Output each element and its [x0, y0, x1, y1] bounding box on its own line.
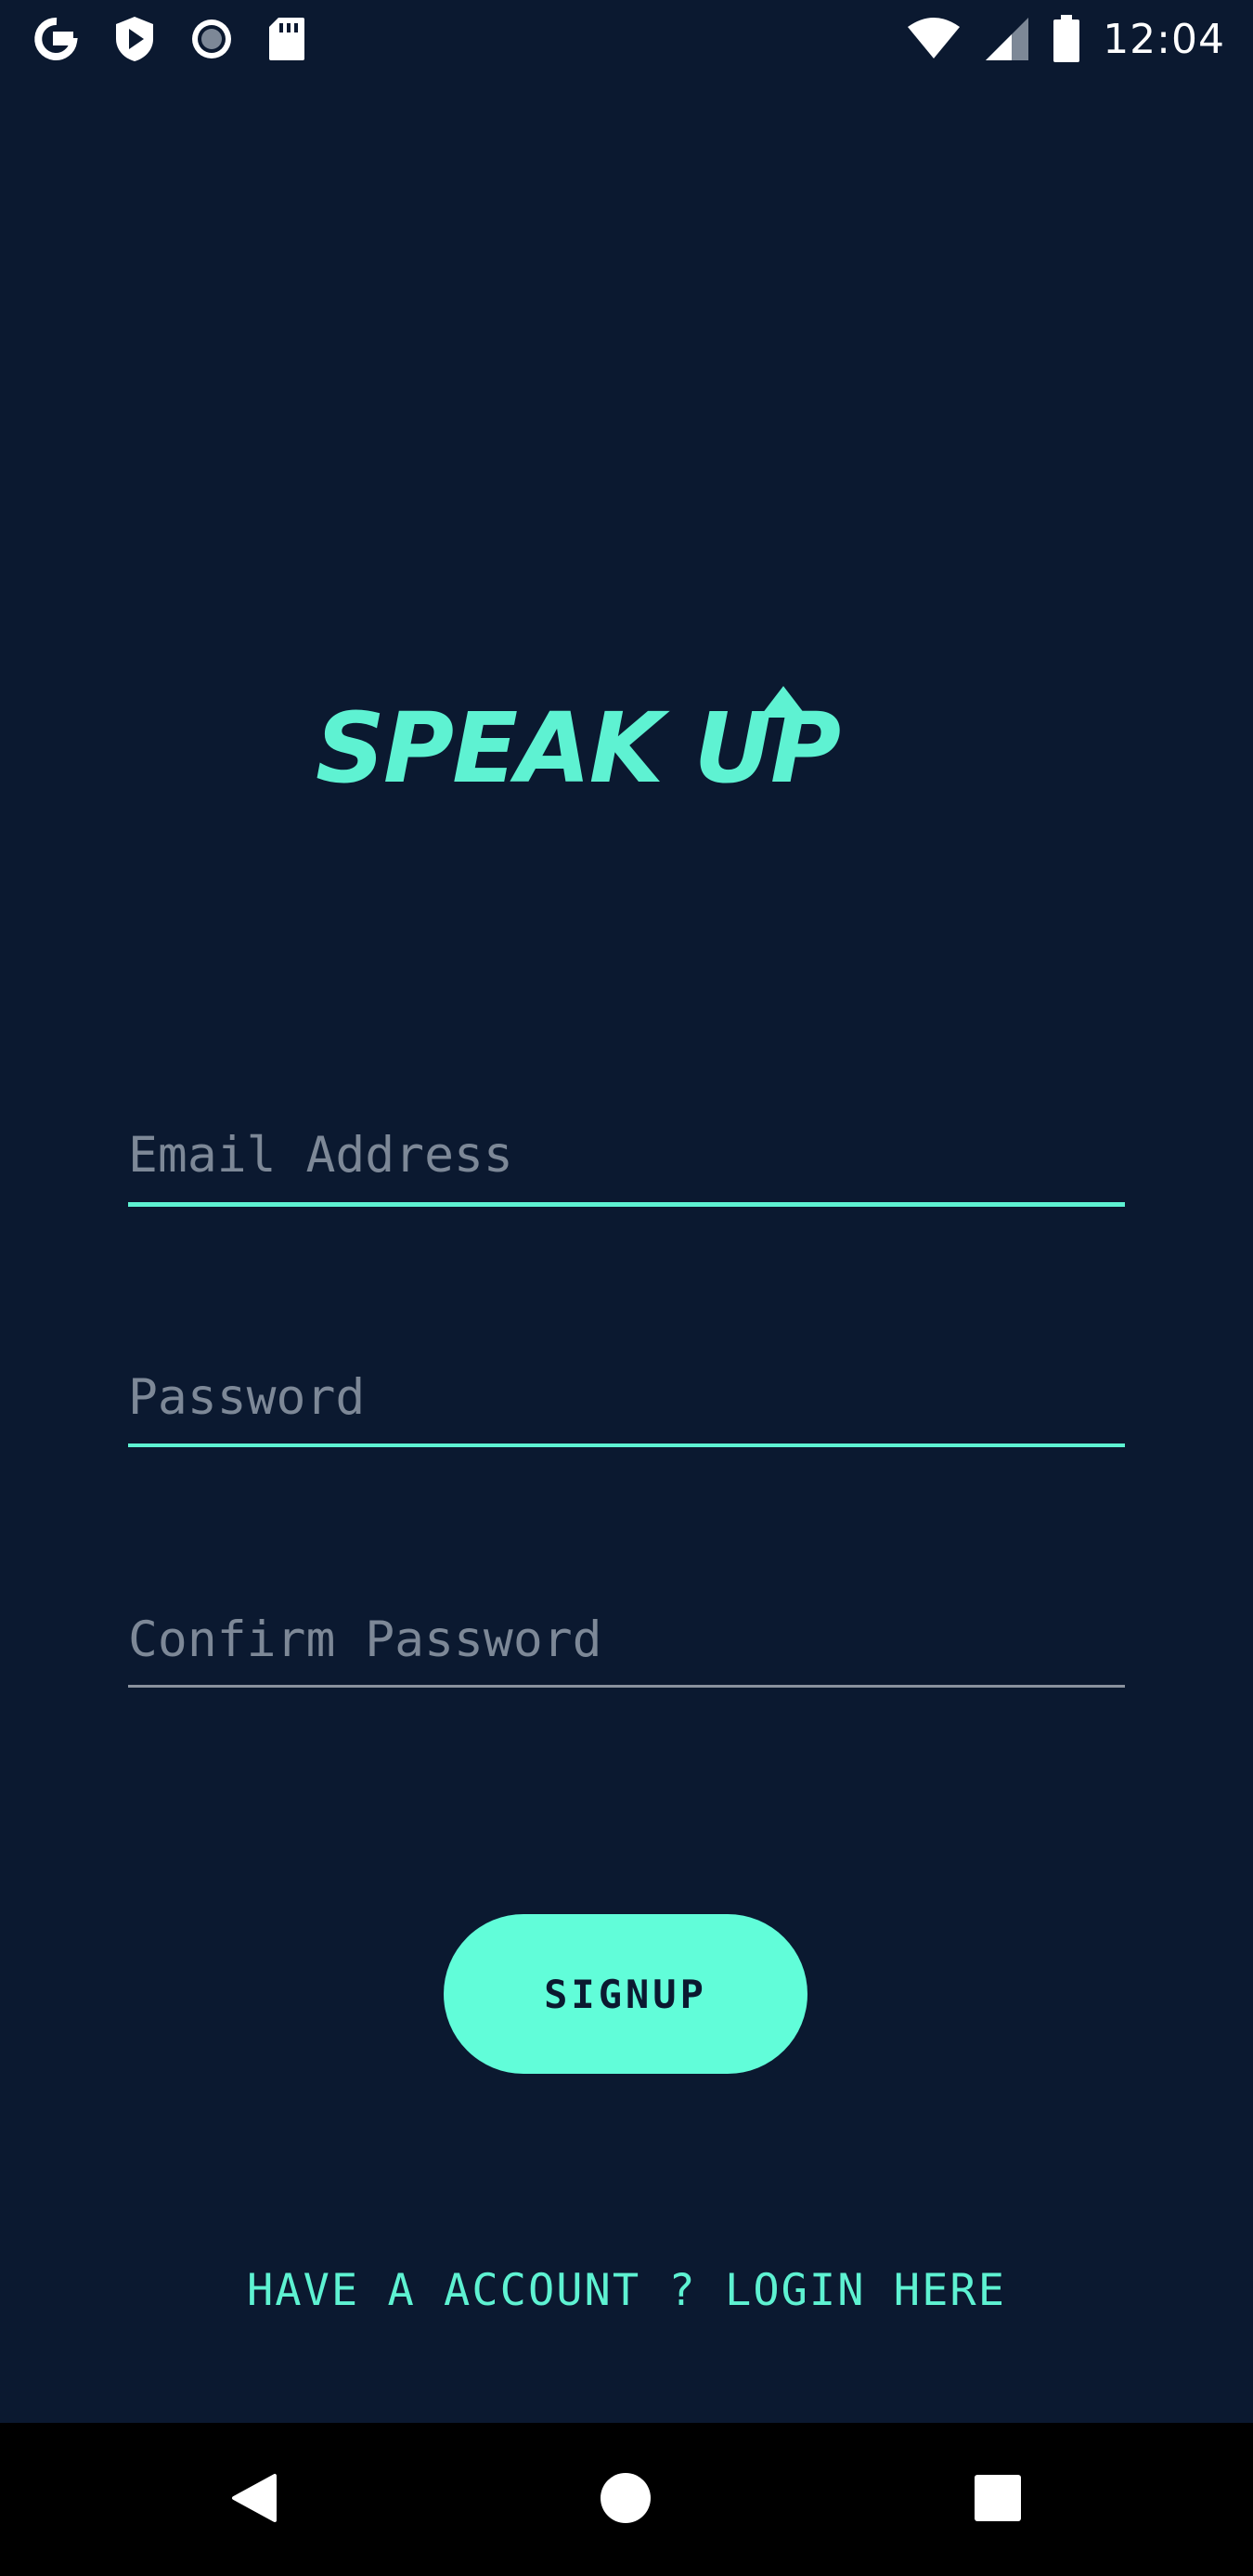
- home-icon: [599, 2471, 652, 2529]
- email-input[interactable]: [128, 1116, 1125, 1199]
- confirm-password-field[interactable]: [128, 1600, 1125, 1688]
- clock: 12:04: [1103, 15, 1225, 63]
- login-link[interactable]: HAVE A ACCOUNT ? LOGIN HERE: [0, 2265, 1253, 2316]
- wifi-icon: [906, 18, 962, 60]
- record-icon: [189, 17, 234, 61]
- navigation-bar: [0, 2423, 1253, 2576]
- google-icon: [33, 16, 80, 62]
- confirm-password-underline: [128, 1685, 1125, 1688]
- play-protect-icon: [113, 15, 156, 63]
- password-underline: [128, 1443, 1125, 1447]
- back-button[interactable]: [161, 2423, 347, 2576]
- sd-card-icon: [267, 16, 306, 62]
- app-logo: SPEAK UP: [316, 686, 937, 812]
- email-underline: [128, 1202, 1125, 1207]
- password-field[interactable]: [128, 1358, 1125, 1447]
- recent-apps-icon: [973, 2473, 1023, 2527]
- signal-icon: [984, 16, 1030, 62]
- back-icon: [230, 2472, 278, 2528]
- signup-button[interactable]: SIGNUP: [444, 1914, 807, 2074]
- status-bar: 12:04: [0, 0, 1253, 78]
- email-field[interactable]: [128, 1116, 1125, 1207]
- status-bar-left: [33, 15, 340, 63]
- recent-apps-button[interactable]: [905, 2423, 1091, 2576]
- home-button[interactable]: [533, 2423, 718, 2576]
- status-bar-right: 12:04: [884, 15, 1225, 63]
- confirm-password-input[interactable]: [128, 1600, 1125, 1684]
- battery-icon: [1053, 15, 1080, 63]
- up-arrow-icon: [756, 686, 811, 727]
- password-input[interactable]: [128, 1358, 1125, 1442]
